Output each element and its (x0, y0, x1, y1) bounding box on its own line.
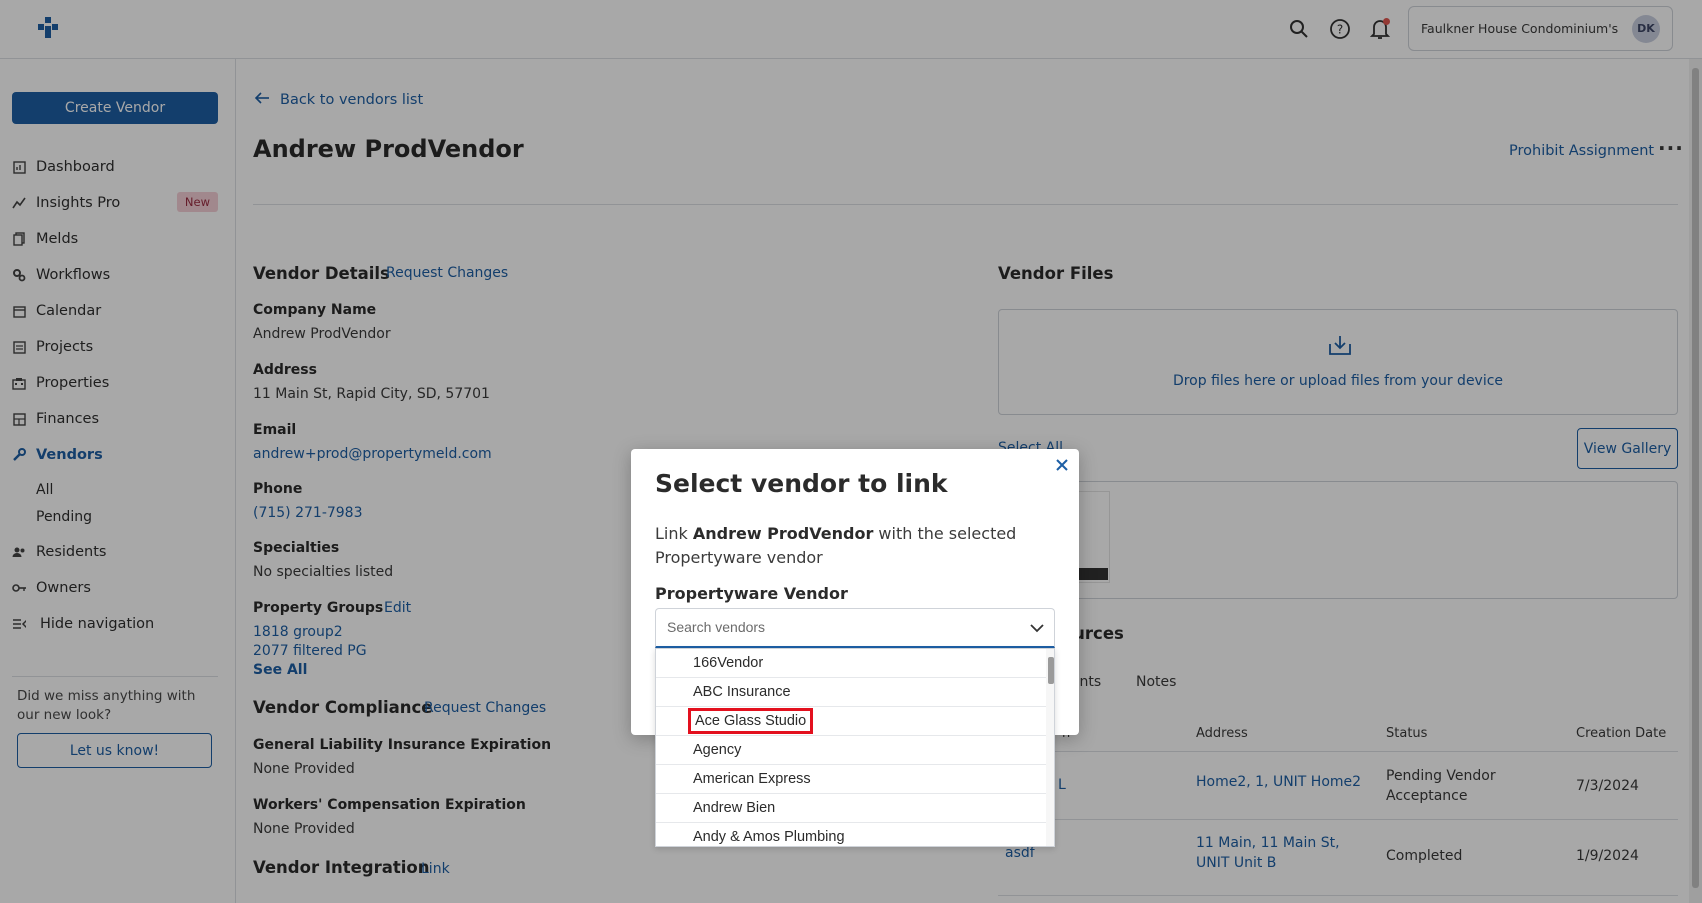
desc-vendor-name: Andrew ProdVendor (692, 524, 874, 543)
vendor-option[interactable]: Agency (656, 736, 1046, 765)
vendor-option[interactable]: 166Vendor (656, 649, 1046, 678)
modal-description: Link Andrew ProdVendor with the selected… (655, 522, 1035, 570)
vendor-option[interactable]: ABC Insurance (656, 678, 1046, 707)
vendor-option[interactable]: Andrew Bien (656, 794, 1046, 823)
modal-title: Select vendor to link (655, 469, 948, 498)
close-icon[interactable] (1055, 457, 1069, 477)
vendor-options-list: 166Vendor ABC Insurance Ace Glass Studio… (655, 648, 1055, 847)
desc-prefix: Link (655, 524, 688, 543)
propertyware-vendor-label: Propertyware Vendor (655, 584, 848, 603)
vendor-option-highlighted[interactable]: Ace Glass Studio (656, 707, 1046, 736)
chevron-down-icon[interactable] (1030, 621, 1044, 637)
vendor-option[interactable]: American Express (656, 765, 1046, 794)
vendor-search-input[interactable] (667, 619, 1007, 635)
dropdown-scrollbar-thumb[interactable] (1048, 657, 1054, 684)
vendor-select[interactable] (655, 608, 1055, 648)
vendor-option[interactable]: Andy & Amos Plumbing (656, 823, 1046, 846)
